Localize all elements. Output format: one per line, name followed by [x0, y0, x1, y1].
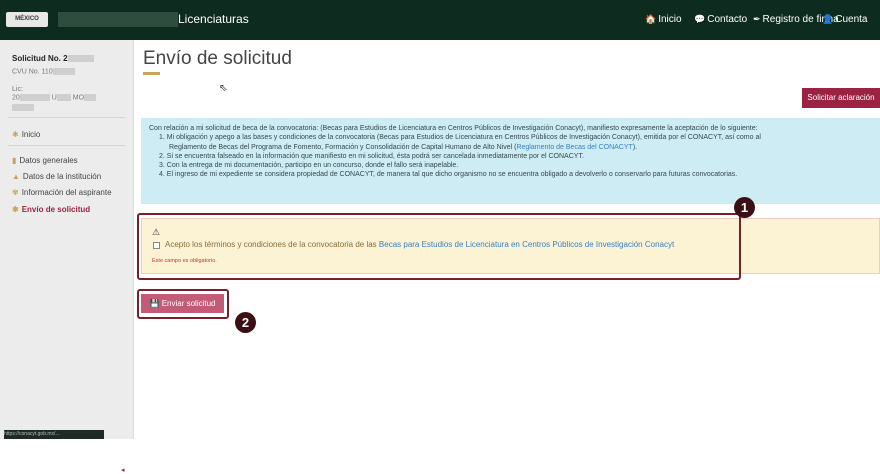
- info-item-1-close: ).: [632, 143, 638, 151]
- lic-prefix: 20: [12, 94, 20, 102]
- sidebar-item-envio-solicitud[interactable]: ✱ Envío de solicitud: [12, 205, 90, 214]
- redacted-area: [84, 94, 97, 101]
- nav-cuenta-label: Cuenta: [835, 14, 868, 25]
- redacted-area: [67, 55, 94, 63]
- sidebar-divider: [8, 117, 125, 118]
- lic-mid2: MO: [72, 94, 85, 102]
- nav-inicio-link[interactable]: 🏠 Inicio: [645, 12, 682, 27]
- signature-icon: ✒: [753, 14, 761, 24]
- asterisk-icon: ✱: [12, 205, 19, 214]
- graduation-icon: ✾: [12, 188, 19, 197]
- info-item-3: 3. Con la entrega de mi documentación, p…: [159, 162, 459, 170]
- sidebar-item-informacion-aspirante[interactable]: ✾ Información del aspirante: [12, 188, 112, 197]
- nav-contacto-link[interactable]: 💬 Contacto: [694, 12, 747, 27]
- solicitud-label: Solicitud No. 2: [12, 54, 68, 63]
- info-item-1: 1. Mi obligación y apego a las bases y c…: [159, 134, 761, 142]
- redacted-area: [19, 94, 50, 101]
- app-brand-title[interactable]: Licenciaturas: [178, 12, 249, 27]
- reglamento-link[interactable]: Reglamento de Becas del CONACYT: [516, 144, 632, 151]
- collapse-sidebar-icon[interactable]: ◂: [121, 466, 131, 474]
- top-navbar: MÉXICO Licenciaturas 🏠 Inicio 💬 Contacto ✒…: [0, 0, 880, 40]
- info-intro: Con relación a mi solicitud de beca de l…: [149, 125, 758, 132]
- page-title: Envío de solicitud: [143, 48, 292, 69]
- sidebar-item-label: Datos de la institución: [22, 172, 102, 181]
- redacted-area: [58, 12, 178, 27]
- info-item-2: 2. Si se encuentra falseado en la inform…: [159, 152, 584, 160]
- chat-icon: 💬: [694, 14, 706, 24]
- mouse-cursor-icon: ⇖: [219, 83, 228, 94]
- info-alert: Con relación a mi solicitud de beca de l…: [141, 118, 880, 204]
- annotation-marker-1: 1: [734, 197, 755, 218]
- nav-contacto-label: Contacto: [707, 14, 748, 25]
- nav-cuenta-dropdown[interactable]: 👤 Cuenta: [822, 12, 867, 27]
- redacted-area: [56, 94, 71, 101]
- home-icon: 🏠: [645, 14, 657, 24]
- building-icon: ▲: [12, 172, 20, 181]
- lic-line: 20 U MO: [12, 94, 97, 102]
- asterisk-icon: ✱: [12, 130, 19, 139]
- document-icon: ▮: [12, 156, 17, 165]
- sidebar-item-inicio[interactable]: ✱ Inicio: [12, 130, 40, 139]
- sidebar: Solicitud No. 2 CVU No. 110 Lic: 20 U MO…: [0, 40, 134, 474]
- nav-inicio-label: Inicio: [658, 14, 682, 25]
- sidebar-item-datos-generales[interactable]: ▮ Datos generales: [12, 156, 78, 165]
- info-item-4: 4. El ingreso de mi expediente se consid…: [159, 171, 738, 179]
- sidebar-item-label: Envío de solicitud: [21, 205, 91, 214]
- cvu-number: CVU No. 110: [12, 68, 75, 75]
- sidebar-divider: [8, 145, 125, 146]
- redacted-area: [52, 68, 75, 75]
- info-item-1-text: Reglamento de Becas del Programa de Fome…: [169, 143, 517, 151]
- sidebar-item-label: Inicio: [21, 130, 41, 139]
- user-icon: 👤: [822, 14, 834, 24]
- gobierno-mexico-logo[interactable]: MÉXICO: [6, 12, 48, 27]
- info-item-1-cont: Reglamento de Becas del Programa de Fome…: [149, 143, 872, 152]
- lic-line-2: [12, 104, 34, 111]
- sidebar-item-label: Datos generales: [19, 156, 78, 165]
- lic-label: Lic:: [12, 86, 23, 93]
- annotation-marker-2: 2: [235, 312, 256, 333]
- solicitud-number: Solicitud No. 2: [12, 54, 94, 63]
- browser-status-url: https://conacyt.gob.mx/...: [4, 430, 104, 439]
- solicitar-aclaracion-button[interactable]: Solicitar aclaración: [802, 88, 880, 108]
- cvu-label: CVU No. 110: [12, 68, 53, 76]
- sidebar-item-label: Información del aspirante: [21, 188, 112, 197]
- annotation-highlight-2: [137, 289, 229, 319]
- sidebar-item-datos-institucion[interactable]: ▲ Datos de la institución: [12, 172, 101, 181]
- title-underline: [143, 72, 160, 75]
- redacted-area: [12, 104, 34, 111]
- annotation-highlight-1: [137, 213, 741, 280]
